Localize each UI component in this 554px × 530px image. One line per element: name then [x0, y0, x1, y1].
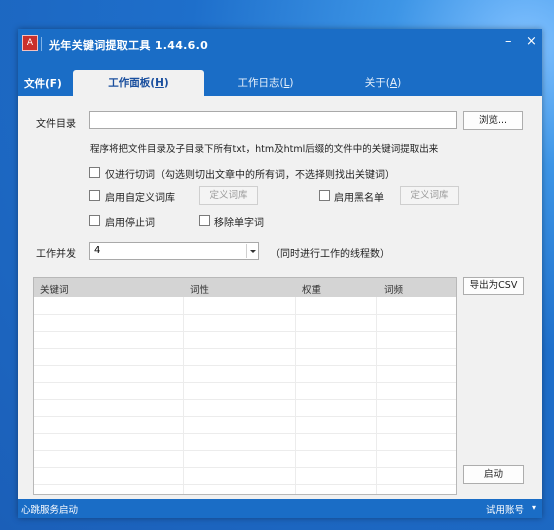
concurrency-hint: （同时进行工作的线程数）	[270, 249, 390, 260]
row-divider	[34, 433, 456, 434]
row-divider	[34, 467, 456, 468]
custom-dict-define-button[interactable]: 定义词库	[199, 186, 258, 205]
custom-dict-label: 启用自定义词库	[105, 193, 175, 204]
row-divider	[34, 382, 456, 383]
menu-bar: 文件(F) 工作面板(H) 工作日志(L) 关于(A)	[18, 59, 542, 96]
stopwords-checkbox[interactable]	[89, 215, 100, 226]
tab-work-log[interactable]: 工作日志(L)	[218, 70, 313, 96]
row-divider	[34, 416, 456, 417]
browse-button[interactable]: 浏览...	[463, 111, 523, 130]
app-logo-icon: A	[22, 35, 38, 51]
column-divider	[183, 297, 184, 494]
row-divider	[34, 348, 456, 349]
row-divider	[34, 450, 456, 451]
only-segment-checkbox[interactable]	[89, 167, 100, 178]
column-header-keyword[interactable]: 关键词	[40, 282, 69, 296]
account-status[interactable]: 试用账号	[486, 502, 524, 516]
tab-work-log-suffix: )	[289, 77, 294, 89]
tab-about-label: 关于(	[364, 77, 390, 89]
tab-about[interactable]: 关于(A)	[348, 70, 418, 96]
chevron-down-icon[interactable]	[246, 244, 257, 258]
column-header-frequency[interactable]: 词频	[384, 282, 403, 296]
blacklist-label: 启用黑名单	[334, 193, 384, 204]
blacklist-define-button[interactable]: 定义词库	[400, 186, 459, 205]
menu-file[interactable]: 文件(F)	[24, 76, 62, 91]
column-divider	[376, 297, 377, 494]
tab-work-panel[interactable]: 工作面板(H)	[73, 70, 204, 96]
account-dropdown-icon[interactable]: ▾	[532, 503, 536, 512]
concurrency-value: 4	[94, 245, 101, 256]
remove-single-checkbox[interactable]	[199, 215, 210, 226]
remove-single-label: 移除单字词	[214, 218, 264, 229]
column-header-pos[interactable]: 词性	[190, 282, 209, 296]
stopwords-label: 启用停止词	[105, 218, 155, 229]
keyword-table[interactable]: 关键词 词性 权重 词频	[33, 277, 457, 495]
close-button[interactable]: ×	[526, 34, 537, 50]
row-divider	[34, 484, 456, 485]
custom-dict-checkbox[interactable]	[89, 190, 100, 201]
row-divider	[34, 399, 456, 400]
blacklist-checkbox[interactable]	[319, 190, 330, 201]
tab-work-panel-label: 工作面板(	[108, 77, 156, 89]
tab-work-log-label: 工作日志(	[237, 77, 284, 89]
table-header: 关键词 词性 权重 词频	[34, 278, 456, 297]
window-title: 光年关键词提取工具 1.44.6.0	[49, 39, 209, 52]
only-segment-label: 仅进行切词（勾选则切出文章中的所有词，不选择则找出关键词）	[105, 170, 395, 181]
row-divider	[34, 365, 456, 366]
dir-input[interactable]	[89, 111, 457, 129]
row-divider	[34, 314, 456, 315]
tab-work-panel-suffix: )	[163, 77, 169, 89]
dir-hint: 程序将把文件目录及子目录下所有txt，htm及html后缀的文件中的关键词提取出…	[90, 144, 439, 155]
title-bar[interactable]: A 光年关键词提取工具 1.44.6.0 – ×	[18, 29, 542, 59]
dir-label: 文件目录	[36, 119, 76, 130]
concurrency-select[interactable]: 4	[89, 242, 259, 260]
concurrency-label: 工作并发	[36, 249, 76, 260]
tab-about-suffix: )	[397, 77, 402, 89]
export-csv-button[interactable]: 导出为CSV	[463, 277, 524, 295]
minimize-button[interactable]: –	[505, 34, 512, 50]
row-divider	[34, 331, 456, 332]
app-window: A 光年关键词提取工具 1.44.6.0 – × 文件(F) 工作面板(H) 工…	[18, 29, 542, 518]
column-divider	[295, 297, 296, 494]
column-header-weight[interactable]: 权重	[302, 282, 321, 296]
start-button[interactable]: 启动	[463, 465, 524, 484]
status-bar: 心跳服务启动 试用账号 ▾	[18, 499, 542, 518]
status-heartbeat: 心跳服务启动	[21, 505, 79, 516]
tab-work-panel-hotkey: H	[155, 77, 164, 89]
title-separator	[41, 37, 42, 51]
